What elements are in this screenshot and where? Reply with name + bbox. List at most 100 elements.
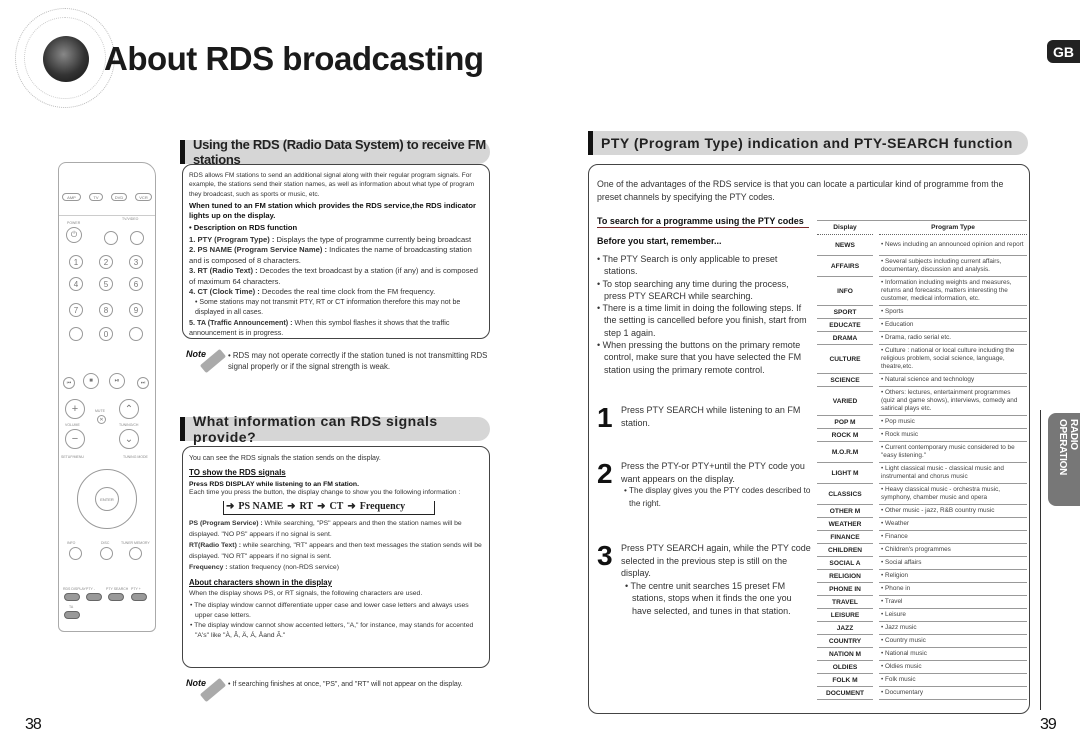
section-heading-rds-signals: What information can RDS signals provide…: [180, 413, 490, 445]
remote-info-button: [69, 547, 82, 560]
pty-display-code: COUNTRY: [817, 635, 873, 648]
rds-function-item: 1. PTY (Program Type) : Displays the typ…: [189, 234, 472, 244]
pty-display-code: WEATHER: [817, 518, 873, 531]
remote-digit-2: 2: [99, 255, 113, 269]
table-row: TRAVEL • Travel: [817, 596, 1027, 609]
pty-display-code: DOCUMENT: [817, 687, 873, 700]
note-section-2: Note: [186, 673, 227, 703]
pty-program-type: • Heavy classical music - orchestra musi…: [879, 484, 1027, 505]
before-bullet: • The PTY Search is only applicable to p…: [597, 254, 778, 277]
pty-display-code: LIGHT M: [817, 463, 873, 484]
remote-pty-minus-button: [86, 593, 102, 601]
table-row: JAZZ • Jazz music: [817, 622, 1027, 635]
remote-next-icon: ⏭: [137, 377, 149, 389]
side-tab-label: RADIO OPERATION: [1057, 419, 1079, 476]
pty-display-code: VARIED: [817, 387, 873, 416]
cycle-rt: RT: [299, 501, 314, 512]
side-tab-radio-operation: RADIO OPERATION: [1048, 413, 1080, 506]
table-row: FINANCE • Finance: [817, 531, 1027, 544]
rt-description: RT(Radio Text) : while searching, "RT" a…: [189, 542, 482, 560]
cycle-ct: CT: [329, 501, 344, 512]
pty-program-type: • Oldies music: [879, 661, 1027, 674]
remote-label-pty-search: PTY SEARCH: [106, 587, 129, 591]
remote-label-rds-display: RDS DISPLAY: [63, 587, 86, 591]
step-number: 1: [597, 402, 613, 433]
pty-program-type: • Sports: [879, 306, 1027, 319]
remote-disc-button: [100, 547, 113, 560]
pty-display-code: ROCK M: [817, 429, 873, 442]
pty-program-type: • Children's programmes: [879, 544, 1027, 557]
pty-display-code: TRAVEL: [817, 596, 873, 609]
pty-program-type: • Other music - jazz, R&B country music: [879, 505, 1027, 518]
cycle-frequency: Frequency: [359, 501, 406, 512]
table-row: DOCUMENT • Documentary: [817, 687, 1027, 700]
remote-label-power: POWER: [67, 221, 81, 225]
remote-input-mode-button: [129, 327, 143, 341]
rds-function-item: 3. RT (Radio Text) : Decodes the text br…: [189, 266, 478, 286]
rds-indicator-text: When tuned to an FM station which provid…: [189, 201, 476, 221]
pty-display-code: POP M: [817, 416, 873, 429]
remote-mute-icon: ✕: [97, 415, 106, 424]
pty-display-code: EDUCATE: [817, 319, 873, 332]
pty-display-code: M.O.R.M: [817, 442, 873, 463]
pty-program-type: • Education: [879, 319, 1027, 332]
pty-program-type: • Country music: [879, 635, 1027, 648]
table-row: CLASSICS • Heavy classical music - orches…: [817, 484, 1027, 505]
remote-tuner-memory-button: [129, 547, 142, 560]
note-label: Note: [186, 678, 206, 688]
press-rds-display-text: Press RDS DISPLAY while listening to an …: [189, 481, 359, 488]
language-badge: GB: [1047, 40, 1080, 63]
pty-program-type: • Social affairs: [879, 557, 1027, 570]
pty-display-code: LEISURE: [817, 609, 873, 622]
pty-program-type: • Finance: [879, 531, 1027, 544]
table-row: NEWS • News including an announced opinio…: [817, 235, 1027, 256]
remote-amp-button: AMP: [62, 193, 81, 201]
step-subtext: • The centre unit searches 15 preset FM …: [625, 580, 792, 616]
table-row: OTHER M • Other music - jazz, R&B country…: [817, 505, 1027, 518]
table-row: SOCIAL A • Social affairs: [817, 557, 1027, 570]
remote-tuning-up-icon: ⌃: [119, 399, 139, 419]
characters-bullet: • The display window cannot differentiat…: [190, 602, 469, 619]
rds-intro-text: RDS allows FM stations to send an additi…: [189, 172, 475, 198]
pty-intro: One of the advantages of the RDS service…: [597, 179, 1004, 202]
remote-dimmer-button: [104, 231, 118, 245]
arrow-right-icon: ➜: [317, 501, 326, 512]
pty-display-code: INFO: [817, 277, 873, 306]
step-text: Press PTY SEARCH while listening to an F…: [621, 405, 801, 428]
characters-bullet: • The display window cannot show accente…: [190, 622, 474, 639]
rds-function-item: 2. PS NAME (Program Service Name) : Indi…: [189, 245, 472, 265]
remote-sleep-button: [69, 327, 83, 341]
pty-program-type: • Documentary: [879, 687, 1027, 700]
table-row: LEISURE • Leisure: [817, 609, 1027, 622]
table-header-row: Display Program Type: [817, 220, 1027, 235]
remote-enter-button: ENTER: [95, 487, 119, 511]
step-number: 3: [597, 540, 613, 571]
speaker-logo-icon: [15, 8, 115, 108]
remote-pty-search-button: [108, 593, 124, 601]
pty-display-code: SPORT: [817, 306, 873, 319]
remote-digit-8: 8: [99, 303, 113, 317]
table-row: AFFAIRS • Several subjects including curr…: [817, 256, 1027, 277]
pty-display-code: CLASSICS: [817, 484, 873, 505]
pty-program-type: • Culture : national or local culture in…: [879, 345, 1027, 374]
pty-program-type: • Phone in: [879, 583, 1027, 596]
note-label: Note: [186, 349, 206, 359]
table-row: DRAMA • Drama, radio serial etc.: [817, 332, 1027, 345]
pty-program-type: • Natural science and technology: [879, 374, 1027, 387]
remote-control-illustration: AMP TV DVD VCR POWER TV/VIDEO ⏻ 1 2 3 4 …: [58, 162, 156, 632]
remote-label-tuning-mode: TUNING MODE: [123, 455, 148, 459]
table-row: RELIGION • Religion: [817, 570, 1027, 583]
remote-label-volume: VOLUME: [65, 423, 80, 427]
remote-volume-up-icon: +: [65, 399, 85, 419]
before-bullet: • To stop searching any time during the …: [597, 278, 789, 301]
pty-program-type: • Several subjects including current aff…: [879, 256, 1027, 277]
arrow-right-icon: ➜: [347, 501, 356, 512]
arrow-right-icon: ➜: [226, 501, 235, 512]
page-edge-line: [1040, 410, 1041, 710]
remote-label-pty-minus: PTY -: [86, 587, 95, 591]
characters-intro: When the display shows PS, or RT signals…: [189, 590, 423, 597]
remote-label-tuner-memory: TUNER MEMORY: [121, 541, 150, 545]
remote-dvd-button: DVD: [111, 193, 127, 201]
remote-label-pty-plus: PTY +: [131, 587, 141, 591]
remote-digit-4: 4: [69, 277, 83, 291]
